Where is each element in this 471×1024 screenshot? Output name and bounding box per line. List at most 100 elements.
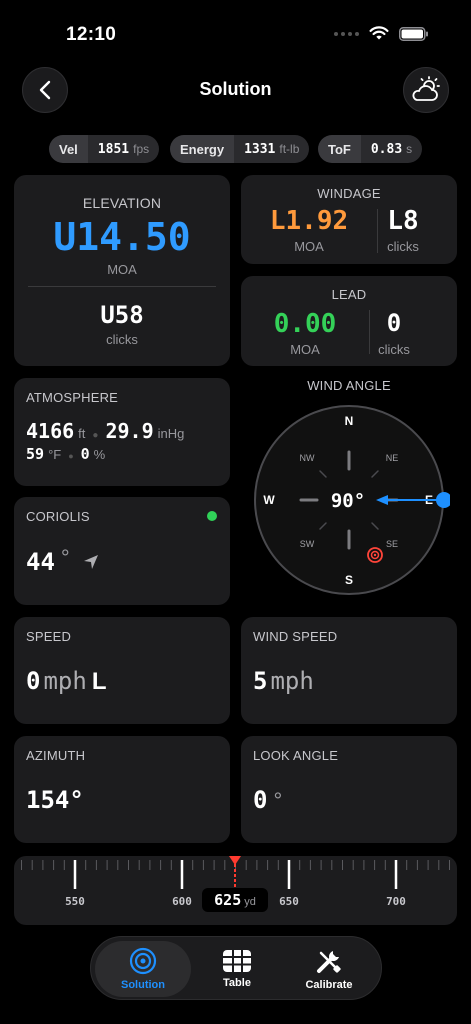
windage-unit: MOA [294,239,324,254]
azimuth-label: AZIMUTH [26,748,86,763]
elevation-divider [28,286,216,287]
compass-sw: SW [300,539,315,549]
humidity-value: 0 [80,445,90,463]
lead-card[interactable]: LEAD 0.00 MOA 0 clicks [241,276,457,366]
weather-button[interactable] [403,67,449,113]
lead-clicks: 0 [386,309,402,337]
windage-card[interactable]: WINDAGE L1.92 MOA L8 clicks [241,175,457,264]
compass-ne: NE [386,453,399,463]
tick-label-650: 650 [279,895,299,908]
tof-unit: s [406,141,413,156]
pressure-unit: inHg [157,426,185,441]
compass-se: SE [386,539,398,549]
altitude-value: 4166 [26,419,75,443]
look-angle-label: LOOK ANGLE [253,748,339,763]
compass-s: S [345,573,353,587]
lead-value: 0.00 [273,309,337,339]
wind-angle-label: WIND ANGLE [307,378,391,393]
separator-dot: ● [68,451,74,461]
speed-direction: L [91,668,107,695]
speed-value: 0 [26,667,41,695]
pressure-value: 29.9 [105,419,154,443]
tab-calibrate[interactable]: Calibrate [281,941,377,997]
wind-speed-label: WIND SPEED [253,629,338,644]
windage-label: WINDAGE [317,186,381,201]
coriolis-card[interactable]: CORIOLIS 44 ° [14,497,230,605]
look-angle-value: 0 [253,786,268,814]
range-unit: yd [244,896,256,908]
energy-unit: ft-lb [279,141,300,156]
tof-value: 0.83 [370,141,403,157]
tick-label-550: 550 [65,895,85,908]
tab-table[interactable]: Table [189,941,285,997]
range-value-badge: 625 yd [202,888,268,912]
signal-dots-icon [334,31,359,36]
wifi-icon [369,26,389,40]
wind-speed-unit: mph [270,667,314,695]
elevation-card[interactable]: ELEVATION U14.50 MOA U58 clicks [14,175,230,366]
speed-card[interactable]: SPEED 0 mph L [14,617,230,724]
wind-angle-value: 90° [331,490,365,512]
separator-dot: ● [92,430,99,441]
elevation-clicks: U58 [100,301,144,329]
tab-solution[interactable]: Solution [95,941,191,997]
atmosphere-card[interactable]: ATMOSPHERE 4166 ft ● 29.9 inHg 59 °F ● 0… [14,378,230,486]
tab-bar: Solution Table Calibrate [90,936,382,1000]
cloud-sun-icon [412,76,440,101]
status-icons [334,26,429,41]
range-indicator-icon [229,856,241,865]
wind-speed-value: 5 [253,667,268,695]
wind-compass[interactable]: N S W E NW NE SW SE 90° [250,400,450,600]
lead-unit: MOA [290,342,320,357]
coriolis-label: CORIOLIS [26,509,90,524]
tab-solution-label: Solution [121,979,165,991]
target-icon [129,947,157,975]
coriolis-unit: ° [60,545,70,570]
compass-n: N [345,414,354,428]
speed-unit: mph [43,667,87,695]
velocity-label: Vel [49,135,88,163]
range-value: 625 [214,891,242,909]
velocity-unit: fps [133,141,150,156]
tof-pill: ToF 0.83 s [318,135,423,163]
range-slider[interactable]: 550 600 650 700 625 yd [14,856,457,925]
table-icon [223,950,251,972]
lead-label: LEAD [331,287,367,302]
tof-label: ToF [318,135,361,163]
temperature-value: 59 [26,445,45,463]
tick-label-700: 700 [386,895,406,908]
temperature-unit: °F [48,447,62,462]
battery-icon [399,26,428,41]
windage-value: L1.92 [269,206,349,236]
look-angle-card[interactable]: LOOK ANGLE 0 ° [241,736,457,843]
look-angle-unit: ° [273,788,283,813]
energy-pill: Energy 1331 ft-lb [170,135,310,163]
speed-label: SPEED [26,629,72,644]
elevation-value: U14.50 [53,215,191,259]
tab-calibrate-label: Calibrate [305,979,353,991]
altitude-unit: ft [78,426,86,441]
energy-value: 1331 [244,141,276,157]
page-title: Solution [199,79,272,99]
tick-label-600: 600 [172,895,192,908]
azimuth-card[interactable]: AZIMUTH 154° [14,736,230,843]
humidity-unit: % [93,447,106,462]
status-indicator [207,511,217,521]
lead-clicks-label: clicks [378,342,410,357]
windage-clicks-label: clicks [387,239,419,254]
velocity-pill: Vel 1851 fps [49,135,160,163]
elevation-label: ELEVATION [82,195,162,211]
elevation-clicks-label: clicks [106,332,138,347]
windage-clicks: L8 [387,206,419,236]
wrench-screwdriver-icon [317,951,341,973]
location-arrow-icon [83,555,98,569]
coriolis-value: 44 [26,548,55,576]
wind-speed-card[interactable]: WIND SPEED 5 mph [241,617,457,724]
tab-table-label: Table [223,977,251,989]
azimuth-value: 154° [26,786,84,814]
velocity-value: 1851 [97,141,130,157]
elevation-unit: MOA [107,262,137,277]
compass-w: W [263,493,275,507]
energy-label: Energy [170,135,235,163]
atmosphere-label: ATMOSPHERE [26,390,119,405]
